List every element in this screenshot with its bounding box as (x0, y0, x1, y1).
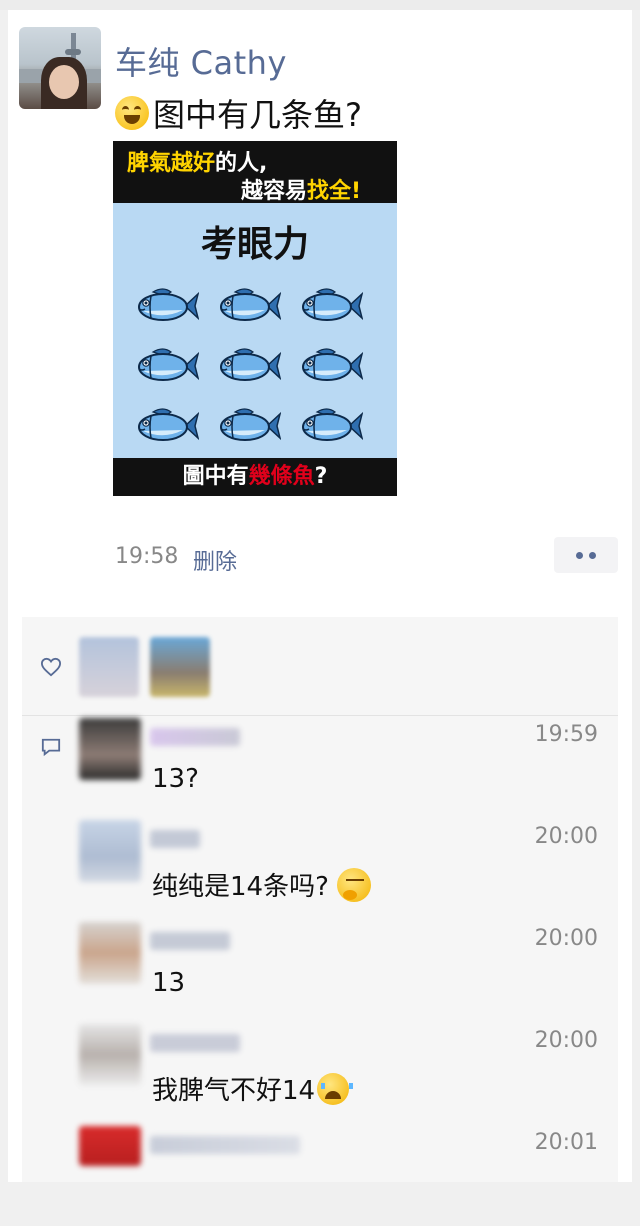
commenter-avatar[interactable] (79, 1126, 141, 1166)
top-edge (0, 0, 640, 10)
delete-link[interactable]: 删除 (193, 544, 237, 576)
post-text: 图中有几条鱼? (115, 90, 362, 136)
commenter-name[interactable] (150, 1034, 240, 1052)
crying-emoji-icon (317, 1072, 354, 1105)
fish-drawing (138, 288, 199, 321)
likes-row (22, 617, 618, 707)
fish-drawing (138, 408, 199, 441)
liker-avatar[interactable] (79, 637, 139, 697)
commenter-avatar[interactable] (79, 922, 141, 984)
divider (22, 715, 618, 716)
comment-text: 纯纯是14条吗? (152, 866, 371, 903)
comment-text: 13 (152, 968, 186, 998)
comment-item[interactable]: 20:00 我脾气不好14 (22, 1024, 618, 1124)
commenter-name[interactable] (150, 1136, 300, 1154)
comment-time: 20:00 (534, 1028, 598, 1053)
commenter-name[interactable] (150, 932, 230, 950)
interaction-area: 19:59 13? 20:00 纯纯是14条吗? 20:00 13 20:00 … (22, 617, 618, 1182)
comment-time: 19:59 (534, 722, 598, 747)
image-footer-banner: 圖中有幾條魚? (113, 458, 397, 496)
comment-time: 20:01 (534, 1130, 598, 1155)
post-image[interactable]: 脾氣越好的人, 越容易找全! 考眼力 圖中有幾條魚? (113, 141, 397, 496)
fish-drawing (302, 288, 363, 321)
fish-drawing (302, 348, 363, 381)
commenter-avatar[interactable] (79, 1024, 141, 1086)
fish-drawing (302, 408, 363, 441)
post-time: 19:58 (115, 544, 179, 569)
comment-item[interactable]: 20:00 纯纯是14条吗? (22, 820, 618, 920)
image-header-banner: 脾氣越好的人, 越容易找全! (113, 141, 397, 204)
comment-time: 20:00 (534, 926, 598, 951)
fish-drawing (220, 408, 281, 441)
post-text-content: 图中有几条鱼? (153, 96, 362, 134)
comment-text: 13? (152, 764, 199, 794)
heart-icon (40, 657, 62, 677)
commenter-name[interactable] (150, 728, 240, 746)
liker-avatar[interactable] (150, 637, 210, 697)
comment-item[interactable]: 20:00 13 (22, 922, 618, 1022)
comment-item[interactable]: 19:59 13? (22, 718, 618, 818)
thinking-emoji-icon (336, 867, 371, 902)
laughing-emoji-icon (115, 96, 149, 130)
commenter-avatar[interactable] (79, 820, 141, 882)
image-title: 考眼力 (200, 224, 309, 265)
poster-avatar[interactable] (19, 27, 101, 109)
commenter-name[interactable] (150, 830, 200, 848)
fish-drawing (220, 348, 281, 381)
comment-item[interactable]: 20:01 (22, 1126, 618, 1226)
image-header-line-2: 越容易找全! (241, 179, 362, 204)
poster-name[interactable]: 车纯 Cathy (115, 38, 287, 84)
comment-time: 20:00 (534, 824, 598, 849)
fish-drawing (220, 288, 281, 321)
fish-drawing (138, 348, 199, 381)
commenter-avatar[interactable] (79, 718, 141, 780)
comment-text: 我脾气不好14 (152, 1070, 354, 1107)
more-dots-icon[interactable] (554, 537, 618, 573)
fish-grid (135, 286, 385, 471)
